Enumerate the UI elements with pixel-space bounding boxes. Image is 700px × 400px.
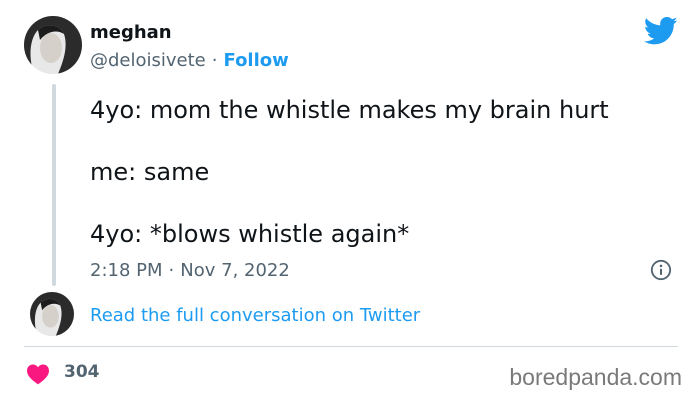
reply-avatar[interactable]: [30, 292, 74, 336]
twitter-bird-icon[interactable]: [644, 16, 678, 46]
info-icon[interactable]: [650, 259, 672, 281]
tweet-timestamp[interactable]: 2:18 PM · Nov 7, 2022: [90, 260, 290, 281]
tweet-text-line: 4yo: mom the whistle makes my brain hurt: [90, 96, 609, 124]
divider: [24, 346, 678, 347]
watermark: boredpanda.com: [509, 364, 682, 390]
tweet-time: 2:18 PM: [90, 260, 163, 281]
tweet-text-line: 4yo: *blows whistle again*: [90, 220, 410, 248]
user-handle[interactable]: @deloisivete: [90, 50, 206, 71]
tweet-date: Nov 7, 2022: [180, 260, 290, 281]
avatar-image: [24, 16, 82, 74]
handle-separator: ·: [211, 50, 218, 71]
user-handle-row: @deloisivete · Follow: [90, 50, 289, 71]
likes-count[interactable]: 304: [64, 362, 100, 382]
tweet-text-line: me: same: [90, 158, 210, 186]
timestamp-separator: ·: [168, 260, 175, 281]
follow-button[interactable]: Follow: [224, 50, 289, 71]
read-full-conversation-link[interactable]: Read the full conversation on Twitter: [90, 305, 420, 326]
avatar[interactable]: [24, 16, 82, 74]
user-name[interactable]: meghan: [90, 22, 172, 43]
thread-line: [52, 84, 56, 286]
heart-icon[interactable]: [26, 363, 50, 385]
reply-avatar-image: [30, 292, 74, 336]
